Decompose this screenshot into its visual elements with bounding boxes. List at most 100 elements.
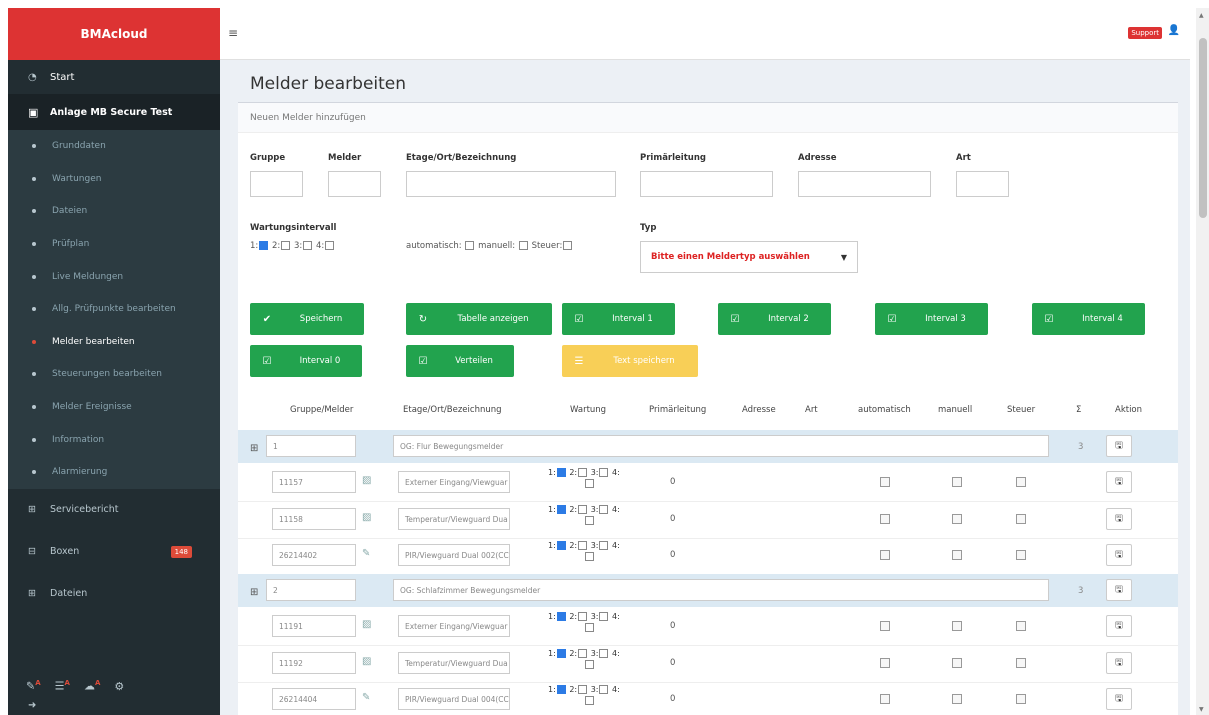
steuer-checkbox[interactable] bbox=[563, 241, 573, 250]
manuell-checkbox[interactable] bbox=[952, 550, 962, 560]
manuell-checkbox[interactable] bbox=[952, 514, 962, 524]
manuell-checkbox[interactable] bbox=[952, 694, 962, 704]
w4-checkbox[interactable] bbox=[585, 660, 594, 669]
scroll-up-icon[interactable]: ▲ bbox=[1199, 12, 1204, 19]
manuell-checkbox[interactable] bbox=[952, 658, 962, 668]
image-icon[interactable]: ▨ bbox=[362, 475, 371, 486]
interval-2-button[interactable]: ☑ Interval 2 bbox=[718, 303, 831, 335]
w3-checkbox[interactable] bbox=[599, 468, 609, 477]
menu-toggle-icon[interactable]: ≡ bbox=[228, 26, 238, 40]
group-gruppe-input[interactable]: 1 bbox=[266, 435, 356, 457]
w3-checkbox[interactable] bbox=[599, 612, 609, 621]
group-bezeichnung-input[interactable]: OG: Flur Bewegungsmelder bbox=[393, 435, 1049, 457]
steuer-checkbox[interactable] bbox=[1016, 477, 1026, 487]
w4-checkbox[interactable] bbox=[585, 552, 594, 561]
w1-checkbox[interactable] bbox=[556, 541, 566, 550]
sidebar-item-servicebericht[interactable]: ⊞ Servicebericht bbox=[8, 489, 220, 531]
w3-checkbox[interactable] bbox=[303, 241, 313, 250]
sidebar-item-steuerungen[interactable]: Steuerungen bearbeiten bbox=[8, 358, 220, 391]
save-row-button[interactable]: 🖫 bbox=[1106, 471, 1132, 493]
primaerleitung-input[interactable] bbox=[640, 171, 773, 197]
w2-checkbox[interactable] bbox=[578, 541, 588, 550]
w3-checkbox[interactable] bbox=[599, 649, 609, 658]
bezeichnung-input[interactable]: Externer Eingang/Viewguar bbox=[398, 471, 510, 493]
steuer-checkbox[interactable] bbox=[1016, 658, 1026, 668]
user-icon[interactable]: 👤 bbox=[1168, 25, 1180, 36]
sidebar-item-live-meldungen[interactable]: Live Meldungen bbox=[8, 260, 220, 293]
automatisch-checkbox[interactable] bbox=[880, 621, 890, 631]
edit-alert-icon[interactable]: ✎A bbox=[26, 679, 41, 693]
image-icon[interactable]: ▨ bbox=[362, 512, 371, 523]
list-alert-icon[interactable]: ☰A bbox=[55, 679, 70, 693]
save-row-button[interactable]: 🖫 bbox=[1106, 508, 1132, 530]
sidebar-item-melder-ereignisse[interactable]: Melder Ereignisse bbox=[8, 391, 220, 424]
w3-checkbox[interactable] bbox=[599, 505, 609, 514]
adresse-input[interactable] bbox=[798, 171, 931, 197]
w4-checkbox[interactable] bbox=[585, 623, 594, 632]
w2-checkbox[interactable] bbox=[578, 505, 588, 514]
w2-checkbox[interactable] bbox=[578, 685, 588, 694]
tabelle-anzeigen-button[interactable]: ↻ Tabelle anzeigen bbox=[406, 303, 552, 335]
gruppe-input[interactable] bbox=[250, 171, 303, 197]
interval-3-button[interactable]: ☑ Interval 3 bbox=[875, 303, 988, 335]
sidebar-item-alarmierung[interactable]: Alarmierung bbox=[8, 456, 220, 489]
w4-checkbox[interactable] bbox=[585, 516, 594, 525]
sidebar-item-wartungen[interactable]: Wartungen bbox=[8, 163, 220, 196]
steuer-checkbox[interactable] bbox=[1016, 621, 1026, 631]
w4-checkbox[interactable] bbox=[585, 479, 594, 488]
bezeichnung-input[interactable]: PIR/Viewguard Dual 002(CC bbox=[398, 544, 510, 566]
w3-checkbox[interactable] bbox=[599, 685, 609, 694]
w1-checkbox[interactable] bbox=[556, 685, 566, 694]
sidebar-item-grunddaten[interactable]: Grunddaten bbox=[8, 130, 220, 163]
steuer-checkbox[interactable] bbox=[1016, 694, 1026, 704]
interval-1-button[interactable]: ☑ Interval 1 bbox=[562, 303, 675, 335]
verteilen-button[interactable]: ☑ Verteilen bbox=[406, 345, 514, 377]
logout-icon[interactable]: ➜ bbox=[28, 700, 36, 711]
melder-input[interactable]: 26214404 bbox=[272, 688, 356, 710]
w2-checkbox[interactable] bbox=[578, 612, 588, 621]
image-icon[interactable]: ▨ bbox=[362, 656, 371, 667]
cloud-alert-icon[interactable]: ☁A bbox=[84, 679, 100, 693]
w4-checkbox[interactable] bbox=[325, 241, 335, 250]
automatisch-checkbox[interactable] bbox=[880, 658, 890, 668]
automatisch-checkbox[interactable] bbox=[465, 241, 475, 250]
manuell-checkbox[interactable] bbox=[952, 621, 962, 631]
sidebar-item-information[interactable]: Information bbox=[8, 423, 220, 456]
w1-checkbox[interactable] bbox=[259, 241, 269, 250]
w2-checkbox[interactable] bbox=[281, 241, 291, 250]
melder-input[interactable]: 26214402 bbox=[272, 544, 356, 566]
support-button[interactable]: Support bbox=[1128, 27, 1162, 39]
bezeichnung-input[interactable]: Externer Eingang/Viewguar bbox=[398, 615, 510, 637]
w2-checkbox[interactable] bbox=[578, 649, 588, 658]
brand-logo[interactable]: BMAcloud bbox=[8, 8, 220, 60]
sidebar-item-boxen[interactable]: ⊟ Boxen 148 bbox=[8, 531, 220, 573]
scrollbar-thumb[interactable] bbox=[1199, 38, 1207, 218]
sidebar-item-melder-bearbeiten[interactable]: Melder bearbeiten bbox=[8, 326, 220, 359]
image-icon[interactable]: ▨ bbox=[362, 619, 371, 630]
group-bezeichnung-input[interactable]: OG: Schlafzimmer Bewegungsmelder bbox=[393, 579, 1049, 601]
bezeichnung-input[interactable]: Temperatur/Viewguard Dua bbox=[398, 508, 510, 530]
w1-checkbox[interactable] bbox=[556, 612, 566, 621]
sidebar-item-pruefpunkte[interactable]: Allg. Prüfpunkte bearbeiten bbox=[8, 293, 220, 326]
w4-checkbox[interactable] bbox=[585, 696, 594, 705]
manuell-checkbox[interactable] bbox=[518, 241, 528, 250]
w2-checkbox[interactable] bbox=[578, 468, 588, 477]
automatisch-checkbox[interactable] bbox=[880, 694, 890, 704]
text-speichern-button[interactable]: ☰ Text speichern bbox=[562, 345, 698, 377]
expand-icon[interactable]: ⊞ bbox=[250, 587, 258, 598]
scroll-down-icon[interactable]: ▼ bbox=[1199, 706, 1204, 713]
save-row-button[interactable]: 🖫 bbox=[1106, 544, 1132, 566]
steuer-checkbox[interactable] bbox=[1016, 514, 1026, 524]
bezeichnung-input[interactable]: PIR/Viewguard Dual 004(CC bbox=[398, 688, 510, 710]
w1-checkbox[interactable] bbox=[556, 649, 566, 658]
w1-checkbox[interactable] bbox=[556, 505, 566, 514]
sidebar-item-dateien[interactable]: ⊞ Dateien bbox=[8, 573, 220, 615]
melder-input[interactable] bbox=[328, 171, 381, 197]
pen-icon[interactable]: ✎ bbox=[362, 692, 370, 703]
sidebar-item-anlage[interactable]: ▣ Anlage MB Secure Test bbox=[8, 94, 220, 130]
manuell-checkbox[interactable] bbox=[952, 477, 962, 487]
melder-input[interactable]: 11158 bbox=[272, 508, 356, 530]
sidebar-item-pruefplan[interactable]: Prüfplan bbox=[8, 228, 220, 261]
interval-0-button[interactable]: ☑ Interval 0 bbox=[250, 345, 362, 377]
bezeichnung-input[interactable]: Temperatur/Viewguard Dua bbox=[398, 652, 510, 674]
